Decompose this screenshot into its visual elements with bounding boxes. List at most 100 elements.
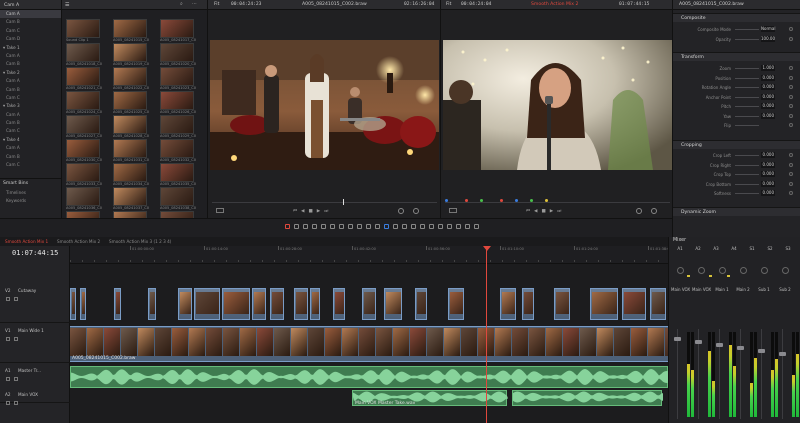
clip-thumbnail[interactable] — [160, 19, 194, 38]
timeline-marker[interactable] — [445, 199, 448, 202]
timeline-name[interactable]: Smooth Action Mix 2 — [531, 2, 578, 7]
clip-thumbnail[interactable] — [160, 163, 194, 182]
inspector-slider[interactable] — [735, 87, 759, 88]
edit-tool-icon[interactable] — [402, 224, 407, 229]
clip-thumbnail[interactable] — [113, 19, 147, 38]
options-icon[interactable]: ⋯ — [192, 1, 197, 7]
bin-item[interactable]: Cam A — [0, 52, 61, 60]
inspector-slider[interactable] — [735, 155, 759, 156]
source-zoom-select[interactable]: Fit — [214, 2, 219, 7]
source-transport-controls[interactable]: ⏮◀■▶⏭ — [293, 208, 332, 214]
bin-item[interactable]: Cam B — [0, 60, 61, 68]
cutaway-clip[interactable] — [590, 288, 618, 320]
cutaway-clip[interactable] — [448, 288, 464, 320]
cutaway-clip[interactable] — [500, 288, 516, 320]
inspector-row-value[interactable]: 0.000 — [761, 161, 775, 168]
pan-knob[interactable] — [782, 267, 789, 274]
inspector-slider[interactable] — [735, 183, 759, 185]
cutaway-clip[interactable] — [178, 288, 192, 320]
keyframe-icon[interactable] — [789, 75, 793, 80]
composite-section[interactable]: Composite — [673, 13, 800, 22]
cutaway-clip[interactable] — [384, 288, 402, 320]
visibility-icon[interactable] — [14, 377, 18, 381]
clip-thumbnail[interactable] — [160, 43, 194, 62]
source-scrub-bar[interactable] — [212, 202, 437, 203]
visibility-icon[interactable] — [14, 401, 18, 405]
inspector-row-value[interactable]: 0.000 — [761, 152, 775, 158]
visibility-icon[interactable] — [14, 337, 18, 341]
clip-thumbnail[interactable] — [113, 163, 147, 182]
track-a2-clip-1[interactable]: Main VOX Master Take.wav — [352, 390, 508, 406]
edit-tool-icon[interactable] — [357, 224, 362, 229]
pan-knob[interactable] — [740, 267, 747, 274]
keyframe-icon[interactable] — [789, 172, 793, 176]
clip-thumbnail[interactable] — [66, 163, 100, 182]
cutaway-clip[interactable] — [362, 288, 376, 320]
edit-tool-icon[interactable] — [447, 224, 452, 229]
clip-thumbnail[interactable] — [66, 187, 100, 206]
clip-thumbnail[interactable] — [113, 115, 147, 134]
keyframe-icon[interactable] — [789, 153, 793, 157]
cutaway-clip[interactable] — [622, 288, 646, 320]
track-name[interactable]: Master Tr... — [18, 368, 41, 373]
timeline-tab[interactable]: Smooth Action Mix 3 (1 2 3 4) — [106, 237, 174, 246]
keyframe-icon[interactable] — [789, 162, 793, 167]
search-icon[interactable]: ⌕ — [180, 1, 183, 7]
bin-item[interactable]: Cam B — [0, 119, 61, 127]
keyframe-icon[interactable] — [789, 123, 793, 127]
clip-thumbnail[interactable] — [66, 67, 100, 86]
track-v1-clip[interactable]: A005_08241015_C002.braw — [70, 326, 668, 362]
timeline-playhead[interactable] — [486, 246, 487, 423]
timeline-marker[interactable] — [500, 199, 503, 202]
cutaway-clip[interactable] — [194, 288, 220, 320]
mark-out-icon[interactable] — [413, 208, 419, 214]
edit-tool-icon[interactable] — [420, 224, 425, 229]
pan-knob[interactable] — [677, 267, 684, 274]
fader-track[interactable] — [740, 329, 741, 419]
bin-item[interactable]: ▾ Take 1 — [0, 44, 61, 52]
timeline-zoom-select[interactable]: Fit — [446, 2, 451, 7]
pan-knob[interactable] — [761, 267, 768, 274]
timeline-marker[interactable] — [515, 199, 518, 202]
clip-thumbnail[interactable] — [160, 139, 194, 158]
keyframe-icon[interactable] — [789, 27, 793, 31]
edit-tool-icon[interactable] — [411, 224, 416, 229]
clip-thumbnail[interactable] — [160, 115, 194, 134]
timeline-marker[interactable] — [465, 199, 468, 202]
keyframe-icon[interactable] — [789, 181, 793, 186]
edit-tool-icon[interactable] — [375, 224, 380, 229]
playhead-handle[interactable] — [483, 246, 491, 251]
bin-item[interactable]: Cam A — [0, 111, 61, 119]
list-view-icon[interactable]: ☰ — [65, 2, 69, 8]
clip-thumbnail[interactable] — [113, 43, 147, 62]
pan-knob[interactable] — [719, 267, 726, 274]
bin-item[interactable]: Cam C — [0, 27, 61, 35]
bin-item[interactable]: Cam A — [0, 10, 61, 19]
cutaway-clip[interactable] — [650, 288, 666, 320]
cutaway-clip[interactable] — [554, 288, 570, 320]
cutaway-clip[interactable] — [270, 288, 284, 320]
fader-knob[interactable] — [716, 343, 723, 347]
clip-thumbnail[interactable] — [113, 187, 147, 206]
edit-tool-icon[interactable] — [384, 224, 389, 229]
timeline-marker[interactable] — [545, 199, 548, 202]
edit-tool-icon[interactable] — [348, 224, 353, 229]
fader-knob[interactable] — [674, 337, 681, 341]
edit-tool-icon[interactable] — [330, 224, 335, 229]
inspector-slider[interactable] — [735, 125, 759, 126]
fader-knob[interactable] — [779, 352, 786, 356]
timeline-ruler[interactable]: 01:00:00:00 01:00:14:00 01:00:28:00 01:00:4… — [70, 246, 668, 264]
clip-thumbnail[interactable] — [160, 67, 194, 86]
keyframe-icon[interactable] — [789, 191, 793, 195]
cutaway-clip[interactable] — [114, 288, 121, 320]
smart-bin-item[interactable]: Timelines — [0, 189, 62, 197]
track-name[interactable]: Cutaway — [18, 288, 36, 293]
track-a1-clip[interactable] — [70, 366, 668, 388]
visibility-icon[interactable] — [14, 297, 18, 301]
lock-icon[interactable] — [6, 377, 10, 381]
fader-track[interactable] — [782, 329, 783, 419]
bin-item[interactable]: Cam A — [0, 144, 61, 152]
keyframe-icon[interactable] — [789, 36, 793, 41]
inspector-row-value[interactable]: 0.000 — [761, 171, 775, 177]
bin-item[interactable]: Cam B — [0, 153, 61, 161]
